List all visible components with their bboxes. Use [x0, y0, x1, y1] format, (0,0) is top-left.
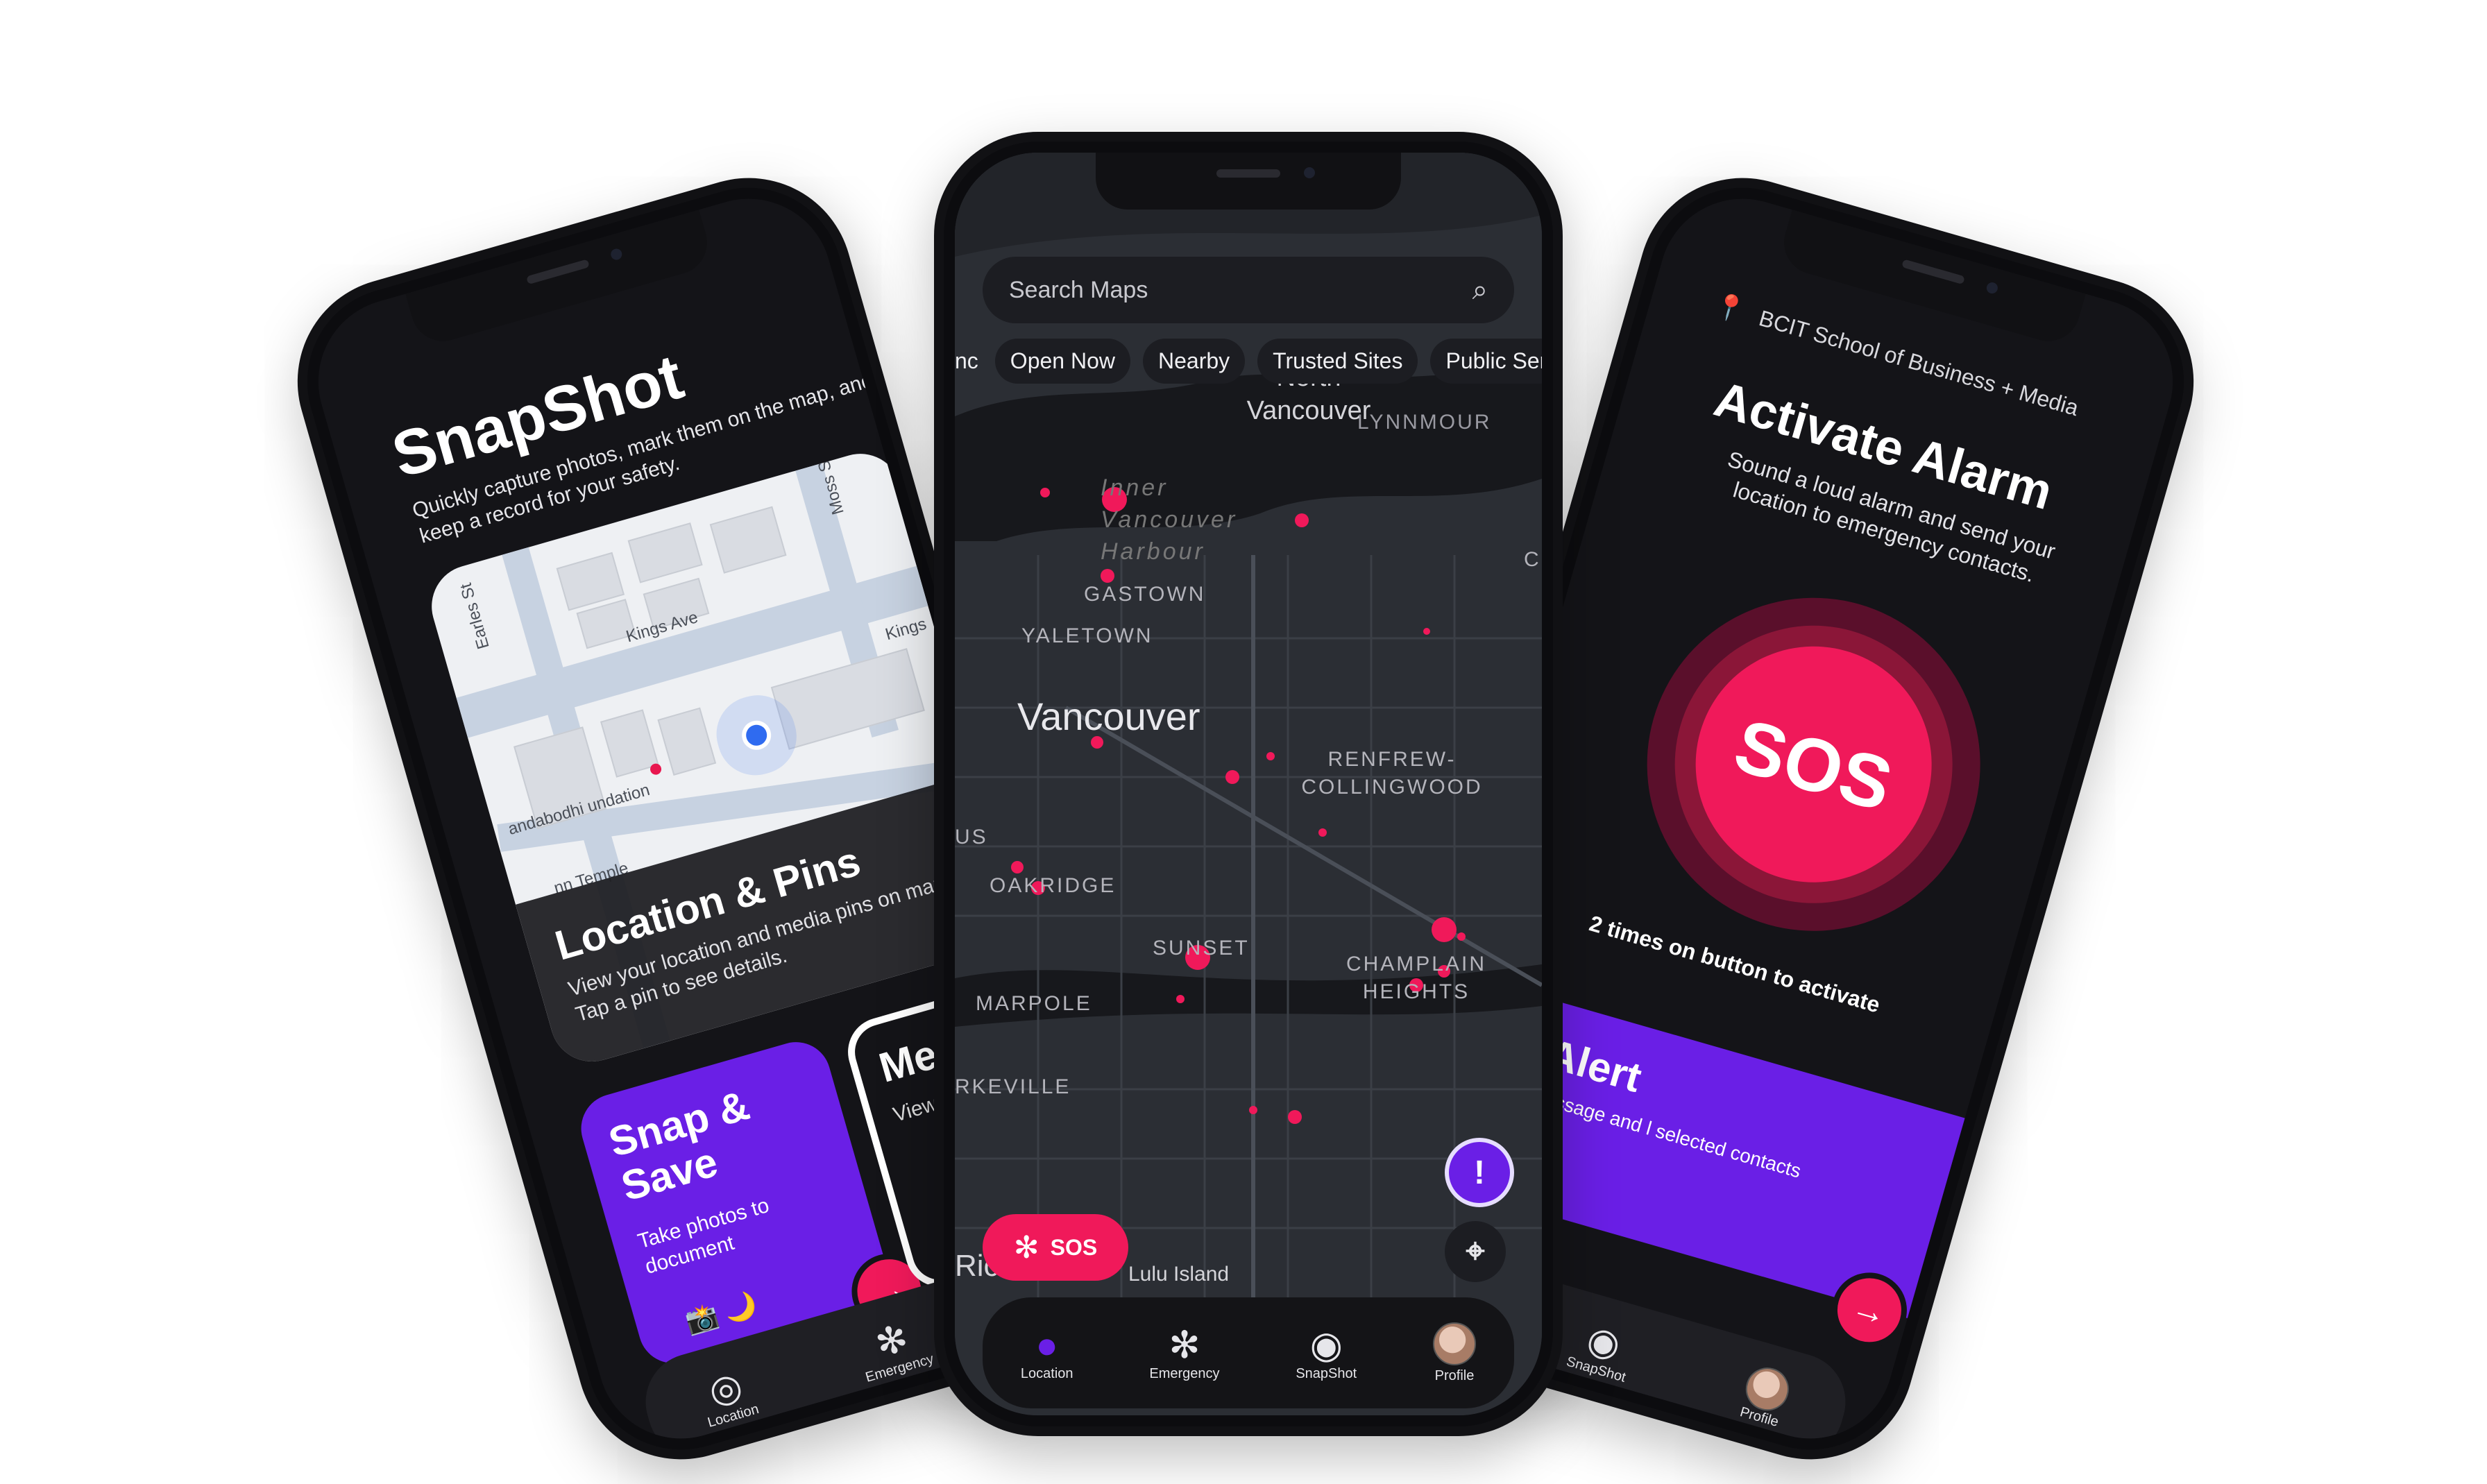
nav-location[interactable]: ◎ Location: [695, 1361, 761, 1431]
chip-public-services[interactable]: Public Ser: [1430, 339, 1542, 384]
map-label: RKEVILLE: [955, 1075, 1071, 1098]
emergency-icon: ✻: [1169, 1324, 1200, 1366]
recenter-button[interactable]: ⌖: [1445, 1221, 1506, 1282]
bottom-nav: ● Location ✻ Emergency ◉ SnapShot Profil…: [983, 1297, 1514, 1408]
map-label: GASTOWN: [1084, 583, 1206, 606]
nav-snapshot[interactable]: ◉ SnapShot: [1296, 1324, 1357, 1382]
nav-profile[interactable]: Profile: [1433, 1322, 1477, 1384]
map-pin-icon: 📍: [1711, 289, 1749, 326]
nav-profile[interactable]: Profile: [1736, 1362, 1794, 1431]
map-label: OAKRIDGE: [990, 874, 1117, 897]
crosshair-icon: ⌖: [1466, 1233, 1485, 1270]
sos-label: SOS: [1050, 1234, 1098, 1260]
sos-label: SOS: [1667, 618, 1960, 911]
nav-label: Emergency: [1149, 1365, 1220, 1381]
chip-nearby[interactable]: Nearby: [1142, 339, 1246, 384]
emergency-icon: ✻: [1013, 1230, 1039, 1265]
nav-location[interactable]: ● Location: [1021, 1324, 1073, 1382]
chip-cut[interactable]: nc: [955, 339, 983, 384]
street-label: Earles St: [456, 581, 493, 651]
nav-label: Location: [1020, 1365, 1073, 1381]
chip-trusted-sites[interactable]: Trusted Sites: [1257, 339, 1418, 384]
map-label: SUNSET: [1153, 937, 1250, 960]
location-pin-icon: ●: [1035, 1324, 1059, 1366]
map-label: MARPOLE: [976, 992, 1092, 1015]
sos-button[interactable]: ✻ SOS: [983, 1214, 1128, 1281]
search-input[interactable]: Search Maps: [1009, 277, 1148, 304]
map-label: Inner Vancouver Harbour: [1101, 475, 1238, 565]
map-label-city: Vancouver: [1017, 694, 1200, 738]
exclamation-icon: !: [1474, 1154, 1485, 1191]
search-icon[interactable]: ⌕: [1472, 275, 1488, 306]
snapshot-icon: ◉: [1309, 1324, 1343, 1366]
arrow-right-icon: →: [1847, 1286, 1892, 1334]
map-label: CHAMPLAIN HEIGHTS: [1346, 953, 1487, 1003]
map-screen: North Vancouver LYNNMOUR Inner Vancouver…: [955, 153, 1542, 1415]
chip-open-now[interactable]: Open Now: [994, 339, 1130, 384]
map-label: LYNNMOUR: [1357, 411, 1492, 434]
sos-button[interactable]: SOS: [1607, 558, 2020, 971]
map-label: Lulu Island: [1128, 1263, 1230, 1286]
filter-chips: nc Open Now Nearby Trusted Sites Public …: [955, 339, 1542, 384]
report-alert-button[interactable]: !: [1445, 1138, 1514, 1207]
search-bar[interactable]: Search Maps ⌕: [983, 257, 1514, 323]
phone-map: North Vancouver LYNNMOUR Inner Vancouver…: [934, 132, 1563, 1436]
avatar: [1433, 1322, 1477, 1365]
nav-emergency[interactable]: ✻ Emergency: [1149, 1324, 1219, 1382]
map-label: YALETOWN: [1021, 624, 1153, 647]
nav-label: SnapShot: [1296, 1365, 1357, 1381]
current-location-dot: [738, 717, 775, 753]
nav-label: Profile: [1434, 1367, 1475, 1383]
map-label: C: [1524, 548, 1539, 571]
camera-icon: 📸 🌙: [682, 1289, 761, 1338]
map-label: US: [955, 826, 988, 848]
map-label: RENFREW-COLLINGWOOD: [1301, 748, 1483, 799]
street-label: Kings: [883, 614, 929, 645]
